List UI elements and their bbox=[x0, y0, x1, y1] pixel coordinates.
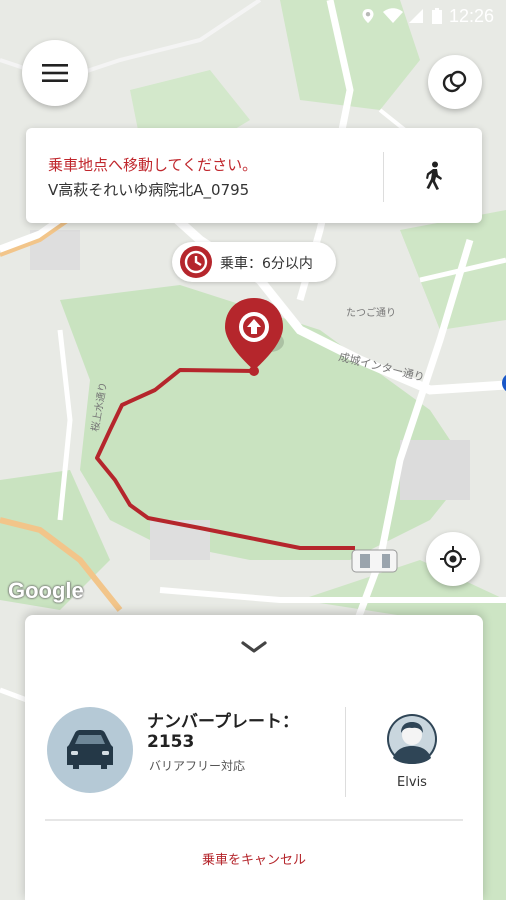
signal-icon bbox=[409, 9, 423, 23]
cancel-ride-button[interactable]: 乗車をキャンセル bbox=[25, 849, 483, 868]
sheet-separator bbox=[45, 819, 463, 821]
status-bar: 12:26 bbox=[0, 0, 506, 34]
vehicle-feature: バリアフリー対応 bbox=[149, 759, 246, 773]
battery-icon bbox=[432, 8, 442, 24]
chevron-down-icon bbox=[241, 641, 267, 653]
pickup-location-text: V高萩それいゆ病院北A_0795 bbox=[48, 181, 250, 199]
eta-text: 乗車：6分以内 bbox=[220, 256, 313, 272]
car-icon bbox=[67, 730, 113, 769]
wifi-icon bbox=[383, 8, 403, 23]
google-logo: Google bbox=[8, 578, 84, 603]
walk-button[interactable] bbox=[406, 150, 462, 202]
road-label: たつご通り bbox=[346, 306, 396, 319]
ride-details-sheet: ナンバープレート： 2153 バリアフリー対応 Elvis 乗車をキャンセル bbox=[25, 615, 483, 900]
layers-icon bbox=[442, 70, 467, 93]
directions-card: 乗車地点へ移動してください。 V高萩それいゆ病院北A_0795 bbox=[26, 128, 482, 223]
clock-icon bbox=[180, 246, 212, 278]
walk-icon bbox=[426, 161, 442, 190]
eta-pill: 乗車：6分以内 bbox=[172, 242, 336, 282]
driver-avatar-icon bbox=[389, 716, 435, 764]
pickup-pin-icon bbox=[225, 298, 284, 376]
status-time: 12:26 bbox=[448, 6, 494, 26]
card-divider bbox=[383, 152, 384, 202]
plate-label: ナンバープレート： bbox=[147, 712, 299, 732]
driver-avatar bbox=[387, 714, 437, 764]
collapse-button[interactable] bbox=[239, 639, 269, 655]
menu-icon bbox=[42, 64, 68, 82]
plate-number: 2153 bbox=[147, 732, 195, 752]
locate-button[interactable] bbox=[426, 532, 480, 586]
location-status-icon bbox=[362, 9, 374, 23]
locate-icon bbox=[440, 546, 466, 572]
sheet-divider bbox=[345, 707, 346, 797]
vehicle-avatar bbox=[47, 707, 133, 793]
menu-button[interactable] bbox=[22, 40, 88, 106]
layers-button[interactable] bbox=[428, 55, 482, 109]
driver-name: Elvis bbox=[397, 775, 427, 790]
instruction-text: 乗車地点へ移動してください。 bbox=[48, 156, 258, 174]
car-top-icon bbox=[351, 549, 398, 573]
